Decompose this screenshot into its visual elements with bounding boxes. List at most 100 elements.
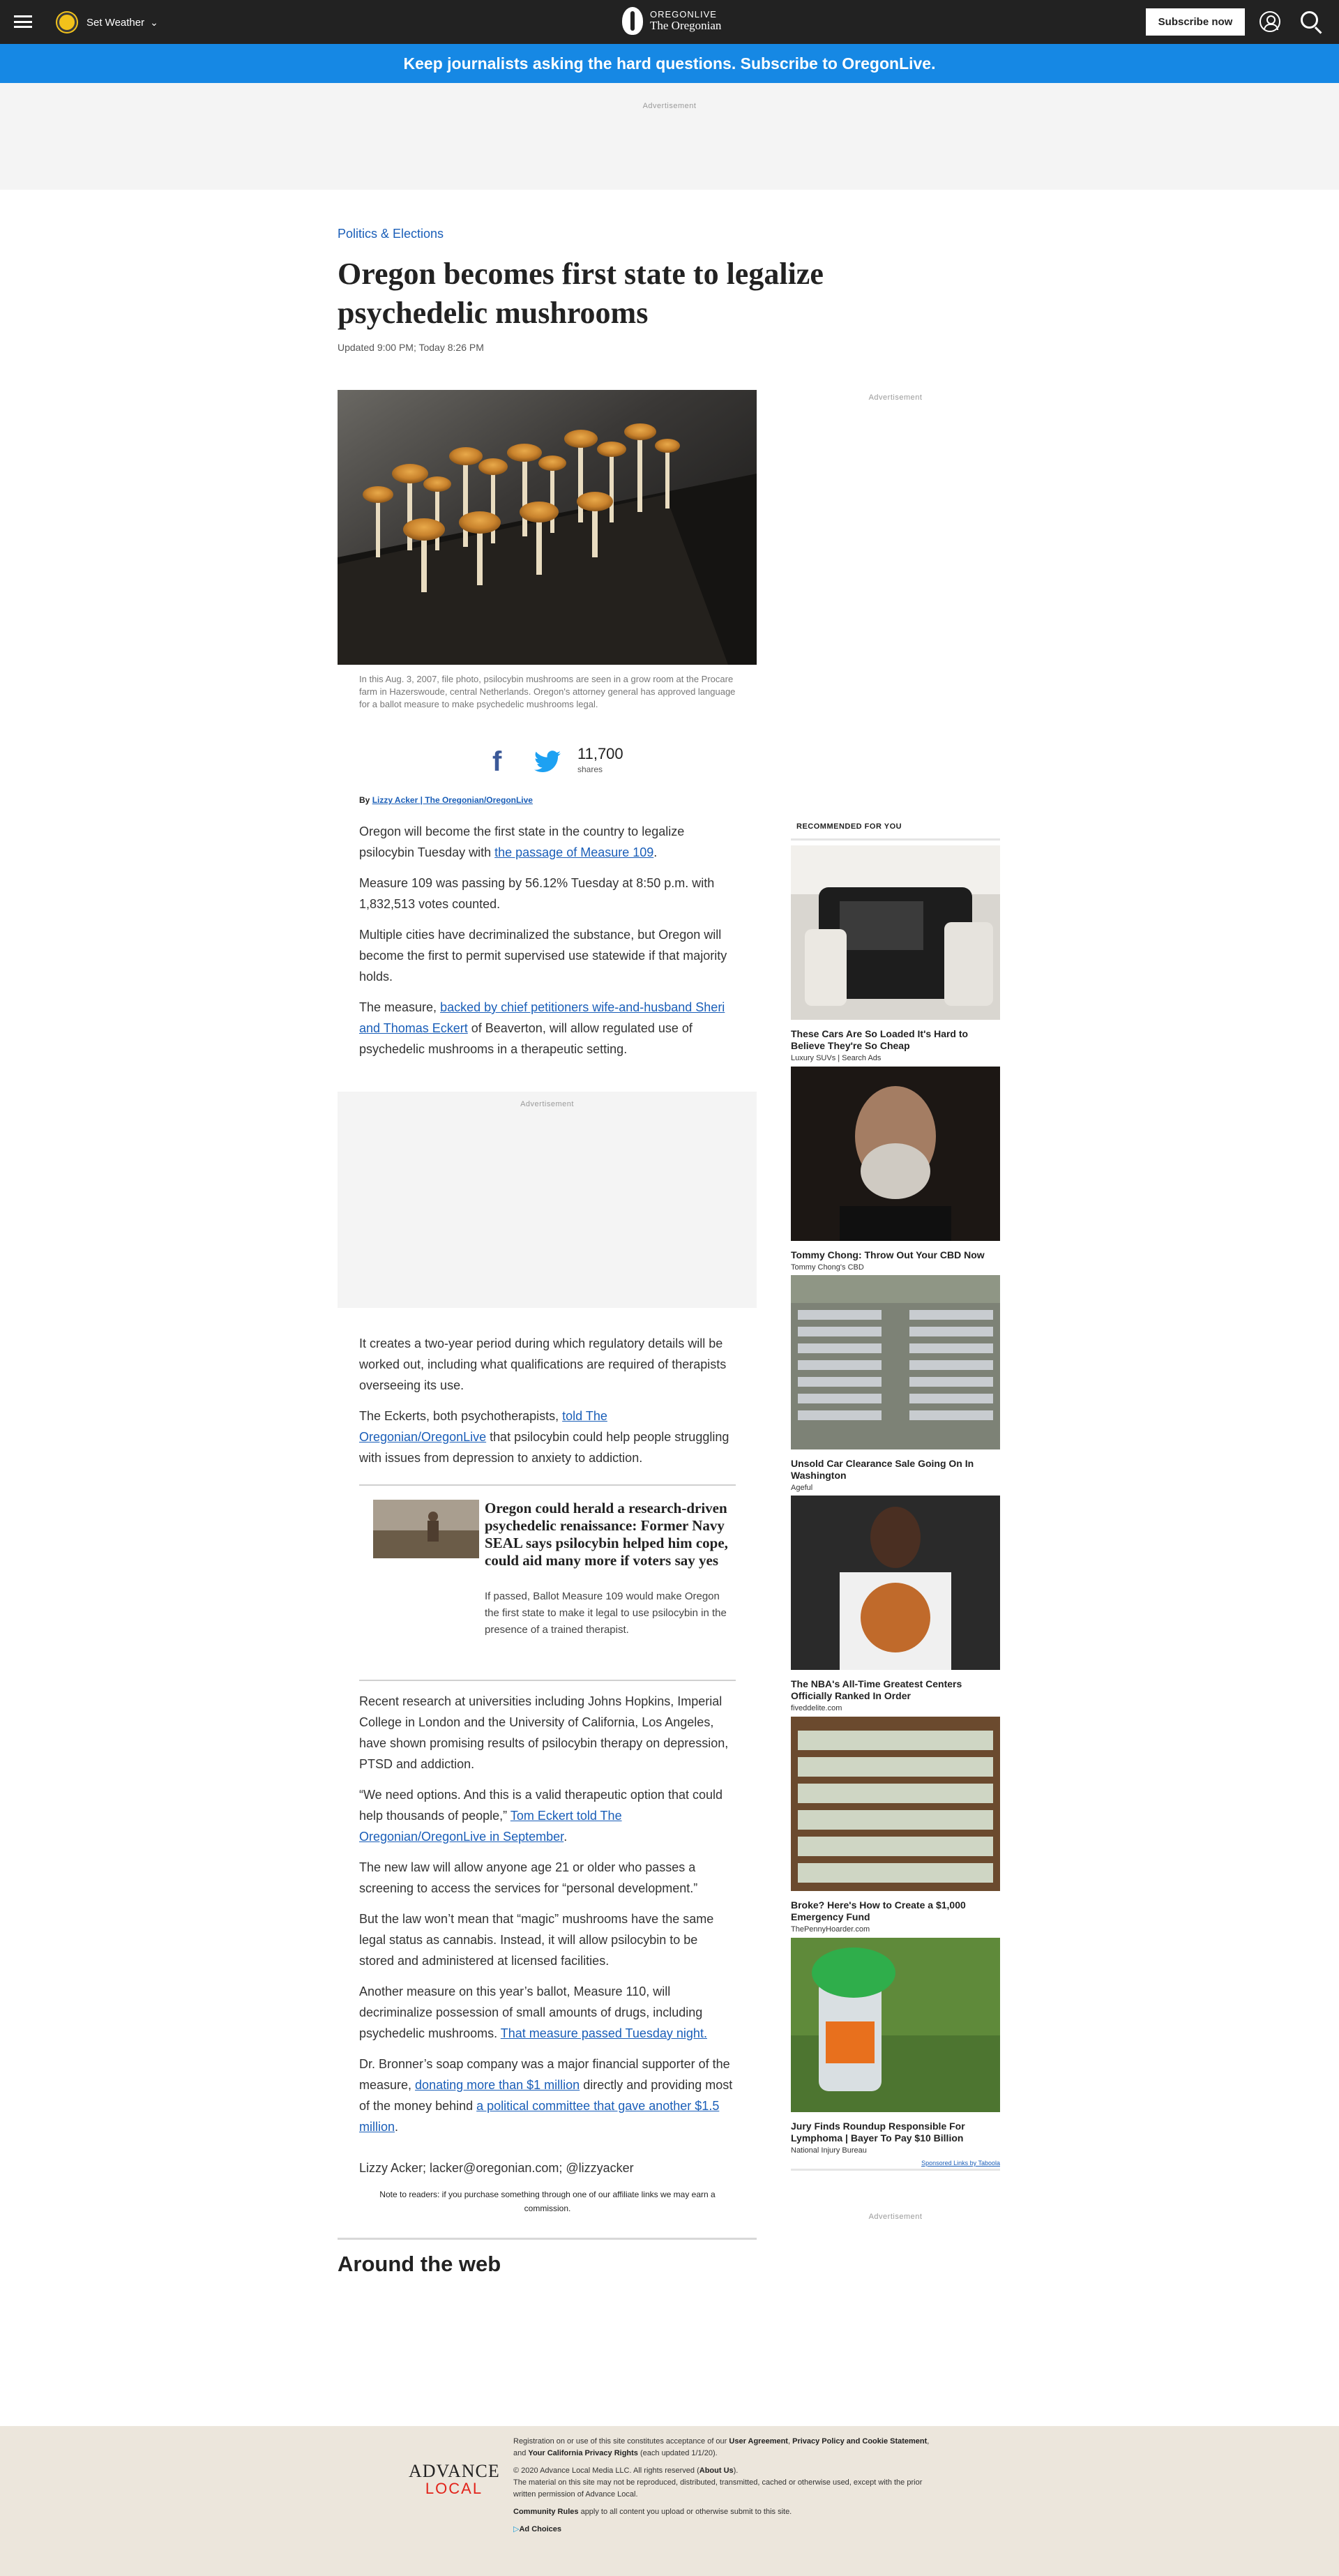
recommended-item[interactable]: Unsold Car Clearance Sale Going On In Wa…	[791, 1275, 1000, 1492]
article-headline: Oregon becomes first state to legalize p…	[338, 257, 824, 330]
paragraph-text: .	[395, 2120, 399, 2134]
logo-advance-text: ADVANCE	[409, 2461, 500, 2481]
weather-widget[interactable]: Set Weather ⌄	[57, 13, 158, 32]
recommended-item[interactable]: Jury Finds Roundup Responsible For Lymph…	[791, 1938, 1000, 2155]
logo-local-text: LOCAL	[425, 2480, 483, 2497]
related-story-thumbnail[interactable]	[373, 1500, 479, 1558]
recommended-item[interactable]: Broke? Here's How to Create a $1,000 Eme…	[791, 1717, 1000, 1934]
share-count-label: shares	[577, 764, 603, 774]
article-paragraph: The measure, backed by chief petitioners…	[359, 997, 736, 1060]
california-privacy-link[interactable]: Your California Privacy Rights	[528, 2449, 638, 2457]
related-story[interactable]: Oregon could herald a research-driven ps…	[359, 1484, 736, 1681]
article-category-link[interactable]: Politics & Elections	[338, 227, 444, 241]
chevron-down-icon: ⌄	[150, 16, 158, 28]
affiliate-note: Note to readers: if you purchase somethi…	[379, 2190, 716, 2213]
photo-caption: In this Aug. 3, 2007, file photo, psiloc…	[359, 674, 736, 709]
recommended-item[interactable]: These Cars Are So Loaded It's Hard to Be…	[791, 845, 1000, 1062]
recommended-divider	[791, 838, 1000, 841]
community-rules-link[interactable]: Community Rules	[513, 2508, 579, 2516]
byline-prefix: By	[359, 795, 370, 805]
recommended-source: Ageful	[791, 1484, 813, 1492]
recommended-title[interactable]: These Cars Are So Loaded It's Hard to Be…	[791, 1028, 1000, 1052]
recommended-title[interactable]: Unsold Car Clearance Sale Going On In Wa…	[791, 1458, 1000, 1482]
paragraph-text: .	[653, 845, 658, 859]
article-paragraph: Dr. Bronner’s soap company was a major f…	[359, 2054, 736, 2137]
oregonian-logo-mark	[622, 7, 643, 35]
recommended-title[interactable]: Tommy Chong: Throw Out Your CBD Now	[791, 1249, 1000, 1261]
paragraph-text: The Eckerts, both psychotherapists,	[359, 1409, 563, 1423]
article-paragraph: Recent research at universities includin…	[359, 1694, 729, 1771]
article-paragraph: Measure 109 was passing by 56.12% Tuesda…	[359, 876, 715, 911]
article-paragraph: Another measure on this year’s ballot, M…	[359, 1981, 736, 2044]
ad-label: Advertisement	[642, 102, 697, 110]
twitter-icon[interactable]	[534, 751, 561, 773]
footer-text: apply to all content you upload or other…	[578, 2508, 792, 2516]
recommended-source: Tommy Chong's CBD	[791, 1263, 864, 1272]
menu-icon[interactable]	[14, 15, 32, 28]
recommended-image-basketball[interactable]	[791, 1496, 1000, 1670]
facebook-icon[interactable]: f	[492, 748, 506, 776]
around-the-web-heading: Around the web	[338, 2252, 501, 2276]
footer-legal-line: © 2020 Advance Local Media LLC. All righ…	[513, 2465, 932, 2477]
byline: By Lizzy Acker | The Oregonian/OregonLiv…	[359, 795, 533, 805]
footer-text: © 2020 Advance Local Media LLC. All righ…	[513, 2466, 699, 2475]
user-account-icon[interactable]	[1259, 11, 1280, 32]
recommended-title[interactable]: The NBA's All-Time Greatest Centers Offi…	[791, 1678, 1000, 1702]
author-contact: Lizzy Acker; lacker@oregonian.com; @lizz…	[359, 2161, 634, 2175]
article-paragraph: “We need options. And this is a valid th…	[359, 1784, 736, 1847]
user-agreement-link[interactable]: User Agreement	[729, 2437, 788, 2446]
mushrooms-photo	[338, 390, 757, 665]
ad-choices-label: Ad Choices	[519, 2525, 561, 2533]
recommended-item[interactable]: Tommy Chong: Throw Out Your CBD Now Tomm…	[791, 1067, 1000, 1272]
advance-local-logo[interactable]: ADVANCE LOCAL	[409, 2462, 499, 2497]
sidebar-ad-label: Advertisement	[868, 393, 923, 402]
sidebar-ad-label: Advertisement	[868, 2213, 923, 2221]
sun-icon	[57, 13, 77, 32]
footer-text: ).	[733, 2466, 739, 2475]
ad-choices-link[interactable]: ▷Ad Choices	[513, 2524, 932, 2536]
footer-legal-line: Community Rules apply to all content you…	[513, 2506, 932, 2518]
recommended-heading: RECOMMENDED FOR YOU	[796, 822, 902, 831]
measure-110-link[interactable]: That measure passed Tuesday night.	[501, 2026, 707, 2040]
about-us-link[interactable]: About Us	[699, 2466, 734, 2475]
footer-text: (each updated 1/1/20).	[637, 2449, 718, 2457]
ad-label: Advertisement	[520, 1100, 574, 1108]
recommended-image-money[interactable]	[791, 1717, 1000, 1891]
privacy-policy-link[interactable]: Privacy Policy and Cookie Statement	[792, 2437, 927, 2446]
recommended-item[interactable]: The NBA's All-Time Greatest Centers Offi…	[791, 1496, 1000, 1712]
search-icon[interactable]	[1301, 11, 1318, 29]
footer-legal-line: The material on this site may not be rep…	[513, 2478, 923, 2499]
subscribe-button[interactable]: Subscribe now	[1146, 8, 1245, 36]
site-logo[interactable]: OREGONLIVE The Oregonian	[622, 7, 721, 35]
recommended-source: ThePennyHoarder.com	[791, 1925, 870, 1934]
inline-advertisement: Advertisement	[338, 1092, 757, 1308]
related-story-title[interactable]: Oregon could herald a research-driven ps…	[485, 1500, 736, 1569]
share-bar: f 11,700 shares	[492, 746, 623, 777]
subscribe-promo-banner[interactable]: Keep journalists asking the hard questio…	[0, 44, 1339, 83]
donation-link[interactable]: donating more than $1 million	[415, 2078, 580, 2092]
author-link[interactable]: Lizzy Acker | The Oregonian/OregonLive	[372, 795, 533, 805]
article-hero-image	[338, 390, 757, 665]
article-paragraph: Multiple cities have decriminalized the …	[359, 928, 727, 984]
recommended-image-car-lot[interactable]	[791, 1275, 1000, 1449]
footer-text: Registration on or use of this site cons…	[513, 2437, 729, 2446]
recommended-source: Luxury SUVs | Search Ads	[791, 1054, 882, 1062]
article-paragraph: But the law won’t mean that “magic” mush…	[359, 1912, 714, 1968]
footer-legal: Registration on or use of this site cons…	[513, 2436, 932, 2541]
logo-top-text: OREGONLIVE	[650, 9, 717, 20]
logo-bottom-text: The Oregonian	[650, 19, 722, 32]
paragraph-text: .	[563, 1830, 568, 1844]
top-navigation-bar: Set Weather ⌄ OREGONLIVE The Oregonian S…	[0, 0, 1339, 44]
taboola-attribution-link[interactable]: Sponsored Links by Taboola	[791, 2160, 1000, 2171]
recommended-title[interactable]: Broke? Here's How to Create a $1,000 Eme…	[791, 1899, 1000, 1923]
measure-109-link[interactable]: the passage of Measure 109	[494, 845, 653, 859]
recommended-image-spray-bottle[interactable]	[791, 1938, 1000, 2112]
recommended-image-portrait[interactable]	[791, 1067, 1000, 1241]
recommended-title[interactable]: Jury Finds Roundup Responsible For Lymph…	[791, 2121, 1000, 2144]
article-paragraph: The new law will allow anyone age 21 or …	[359, 1860, 698, 1895]
related-photo	[373, 1500, 479, 1558]
recommended-source: National Injury Bureau	[791, 2146, 867, 2155]
recommended-image-car-interior[interactable]	[791, 845, 1000, 1020]
section-divider	[338, 2238, 757, 2240]
article-paragraph: The Eckerts, both psychotherapists, told…	[359, 1406, 736, 1468]
